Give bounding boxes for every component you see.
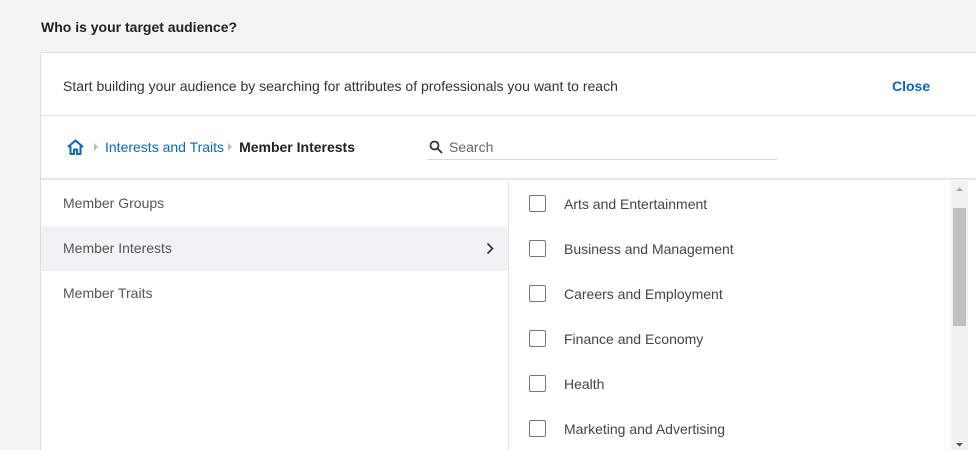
option-label: Marketing and Advertising: [564, 420, 726, 437]
option-business-and-management[interactable]: Business and Management: [510, 226, 947, 271]
category-item-member-groups[interactable]: Member Groups: [41, 181, 508, 226]
category-item-member-traits[interactable]: Member Traits: [41, 271, 508, 316]
category-item-label: Member Groups: [63, 195, 165, 211]
breadcrumb-current: Member Interests: [239, 139, 355, 155]
interest-options-list: Arts and Entertainment Business and Mana…: [510, 181, 947, 450]
home-icon[interactable]: [67, 139, 84, 156]
page: Who is your target audience? Start build…: [0, 0, 976, 450]
category-item-member-interests[interactable]: Member Interests: [41, 226, 508, 271]
scroll-up-arrow-icon[interactable]: [951, 181, 968, 198]
section-title: Who is your target audience?: [41, 19, 238, 35]
checkbox[interactable]: [529, 285, 546, 302]
option-arts-and-entertainment[interactable]: Arts and Entertainment: [510, 181, 947, 226]
scroll-down-arrow-icon[interactable]: [951, 436, 968, 450]
option-label: Careers and Employment: [564, 285, 723, 302]
intro-text: Start building your audience by searchin…: [63, 78, 618, 94]
options-scrollbar[interactable]: [951, 181, 968, 450]
search-input[interactable]: [449, 138, 749, 155]
option-label: Arts and Entertainment: [564, 195, 708, 212]
option-finance-and-economy[interactable]: Finance and Economy: [510, 316, 947, 361]
category-item-label: Member Interests: [63, 240, 172, 256]
close-button[interactable]: Close: [892, 78, 930, 94]
checkbox[interactable]: [529, 420, 546, 437]
option-label: Business and Management: [564, 240, 734, 257]
option-marketing-and-advertising[interactable]: Marketing and Advertising: [510, 406, 947, 450]
breadcrumb: Interests and Traits Member Interests: [67, 137, 355, 157]
breadcrumb-separator-icon: [94, 143, 98, 151]
category-list: Member Groups Member Interests Member Tr…: [41, 181, 509, 450]
breadcrumb-bar: Interests and Traits Member Interests: [41, 116, 976, 180]
panel-header: Start building your audience by searchin…: [41, 53, 976, 116]
category-item-label: Member Traits: [63, 285, 153, 301]
option-health[interactable]: Health: [510, 361, 947, 406]
breadcrumb-separator-icon: [228, 143, 233, 151]
option-careers-and-employment[interactable]: Careers and Employment: [510, 271, 947, 316]
chevron-right-icon: [486, 242, 494, 255]
option-label: Finance and Economy: [564, 330, 704, 347]
search-icon: [429, 140, 443, 153]
breadcrumb-interests-and-traits[interactable]: Interests and Traits: [105, 139, 224, 155]
option-label: Health: [564, 375, 605, 392]
checkbox[interactable]: [529, 330, 546, 347]
search-box: [427, 134, 777, 160]
scrollbar-thumb[interactable]: [953, 208, 966, 326]
checkbox[interactable]: [529, 375, 546, 392]
audience-builder-panel: Start building your audience by searchin…: [40, 52, 976, 450]
checkbox[interactable]: [529, 240, 546, 257]
checkbox[interactable]: [529, 195, 546, 212]
